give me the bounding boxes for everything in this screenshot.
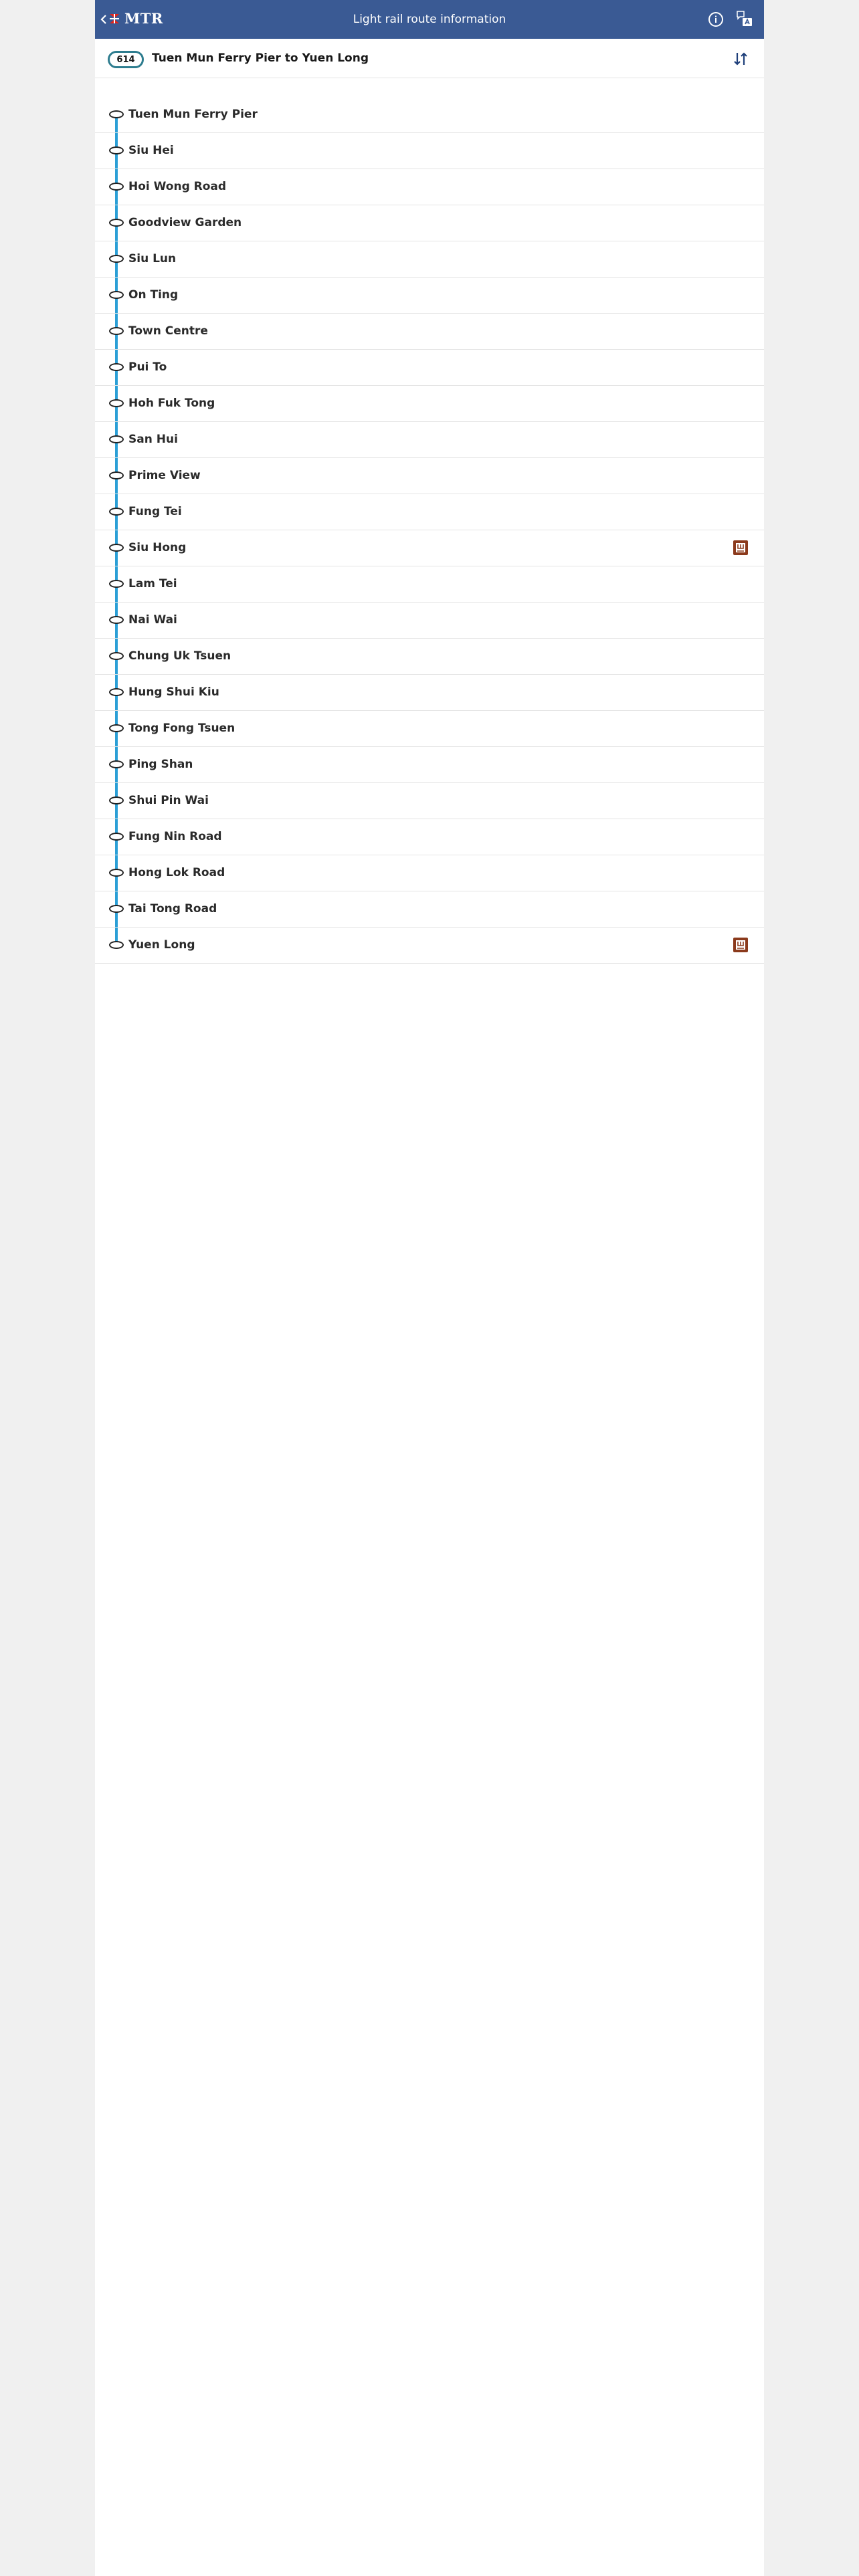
stop-marker	[109, 544, 124, 552]
swap-direction-icon	[734, 52, 747, 66]
stop-item[interactable]: Chung Uk Tsuen	[95, 639, 764, 675]
page-title: Light rail route information	[353, 13, 506, 26]
stop-name: Lam Tei	[128, 577, 177, 591]
mtr-station-icon	[733, 938, 748, 952]
stop-name: Fung Tei	[128, 505, 182, 518]
stop-item[interactable]: Hung Shui Kiu	[95, 675, 764, 711]
brand-text: MTR	[124, 10, 163, 27]
stop-marker	[109, 363, 124, 371]
stop-marker	[109, 724, 124, 732]
stop-name: Chung Uk Tsuen	[128, 649, 231, 663]
mtr-logo: MTR	[108, 10, 163, 27]
stop-name: Tong Fong Tsuen	[128, 722, 235, 735]
stop-marker	[109, 580, 124, 588]
stop-marker	[109, 688, 124, 696]
stop-item[interactable]: On Ting	[95, 278, 764, 314]
stop-marker	[109, 652, 124, 660]
language-button[interactable]	[735, 10, 755, 30]
stop-item[interactable]: Fung Tei	[95, 494, 764, 530]
stop-item[interactable]: San Hui	[95, 422, 764, 458]
stop-marker	[109, 255, 124, 263]
stop-item[interactable]: Hoh Fuk Tong	[95, 386, 764, 422]
stop-name: Ping Shan	[128, 758, 193, 771]
stop-item[interactable]: Siu Lun	[95, 241, 764, 278]
stop-item[interactable]: Goodview Garden	[95, 205, 764, 241]
stop-list: Tuen Mun Ferry Pier Siu Hei Hoi Wong Road G…	[95, 97, 764, 964]
stop-marker	[109, 760, 124, 768]
info-button[interactable]	[708, 11, 724, 27]
stop-name: Hoh Fuk Tong	[128, 397, 215, 410]
stop-name: Siu Hei	[128, 144, 174, 157]
stop-item[interactable]: Ping Shan	[95, 747, 764, 783]
stop-name: Tuen Mun Ferry Pier	[128, 108, 258, 121]
stop-marker	[109, 327, 124, 335]
stop-marker	[109, 941, 124, 949]
stop-item[interactable]: Siu Hei	[95, 133, 764, 169]
stop-marker	[109, 471, 124, 479]
stop-marker	[109, 219, 124, 227]
stop-name: Hong Lok Road	[128, 866, 225, 879]
stop-item[interactable]: Prime View	[95, 458, 764, 494]
stop-name: Pui To	[128, 360, 167, 374]
stop-name: Goodview Garden	[128, 216, 242, 229]
route-header: 614 Tuen Mun Ferry Pier to Yuen Long	[95, 39, 764, 78]
stop-name: Nai Wai	[128, 613, 177, 627]
route-title: Tuen Mun Ferry Pier to Yuen Long	[152, 51, 369, 65]
route-number-badge: 614	[108, 51, 144, 68]
stop-item[interactable]: Tong Fong Tsuen	[95, 711, 764, 747]
stop-item[interactable]: Nai Wai	[95, 603, 764, 639]
stop-item[interactable]: Yuen Long	[95, 928, 764, 964]
stop-marker	[109, 110, 124, 118]
mtr-logo-icon	[108, 12, 120, 25]
stop-name: San Hui	[128, 433, 178, 446]
language-icon	[737, 11, 752, 26]
stop-item[interactable]: Tai Tong Road	[95, 891, 764, 928]
stop-name: Siu Hong	[128, 541, 187, 554]
stop-marker	[109, 616, 124, 624]
stop-marker	[109, 796, 124, 804]
stop-marker	[109, 146, 124, 154]
stop-name: Hoi Wong Road	[128, 180, 227, 193]
chevron-left-icon	[100, 15, 106, 24]
stop-item[interactable]: Hong Lok Road	[95, 855, 764, 891]
reverse-direction-button[interactable]	[732, 50, 749, 68]
top-bar: MTR Light rail route information	[95, 0, 764, 39]
stop-marker	[109, 291, 124, 299]
stop-name: On Ting	[128, 288, 179, 302]
stop-marker	[109, 435, 124, 443]
stop-item[interactable]: Shui Pin Wai	[95, 783, 764, 819]
stop-name: Town Centre	[128, 324, 208, 338]
mtr-station-icon	[733, 540, 748, 555]
stop-item[interactable]: Fung Nin Road	[95, 819, 764, 855]
info-icon	[708, 12, 723, 27]
app-window: MTR Light rail route information 614 Tue…	[95, 0, 764, 2576]
stop-name: Yuen Long	[128, 938, 195, 952]
stop-item[interactable]: Hoi Wong Road	[95, 169, 764, 205]
stop-name: Hung Shui Kiu	[128, 685, 219, 699]
stop-marker	[109, 833, 124, 841]
stop-name: Siu Lun	[128, 252, 177, 265]
stop-name: Fung Nin Road	[128, 830, 222, 843]
stop-marker	[109, 869, 124, 877]
stop-marker	[109, 508, 124, 516]
stop-name: Prime View	[128, 469, 201, 482]
stop-item[interactable]: Tuen Mun Ferry Pier	[95, 97, 764, 133]
stop-item[interactable]: Lam Tei	[95, 566, 764, 603]
stop-item[interactable]: Town Centre	[95, 314, 764, 350]
stop-marker	[109, 399, 124, 407]
stop-marker	[109, 183, 124, 191]
stop-marker	[109, 905, 124, 913]
stop-name: Tai Tong Road	[128, 902, 217, 916]
stop-item[interactable]: Pui To	[95, 350, 764, 386]
stop-item[interactable]: Siu Hong	[95, 530, 764, 566]
stop-name: Shui Pin Wai	[128, 794, 209, 807]
